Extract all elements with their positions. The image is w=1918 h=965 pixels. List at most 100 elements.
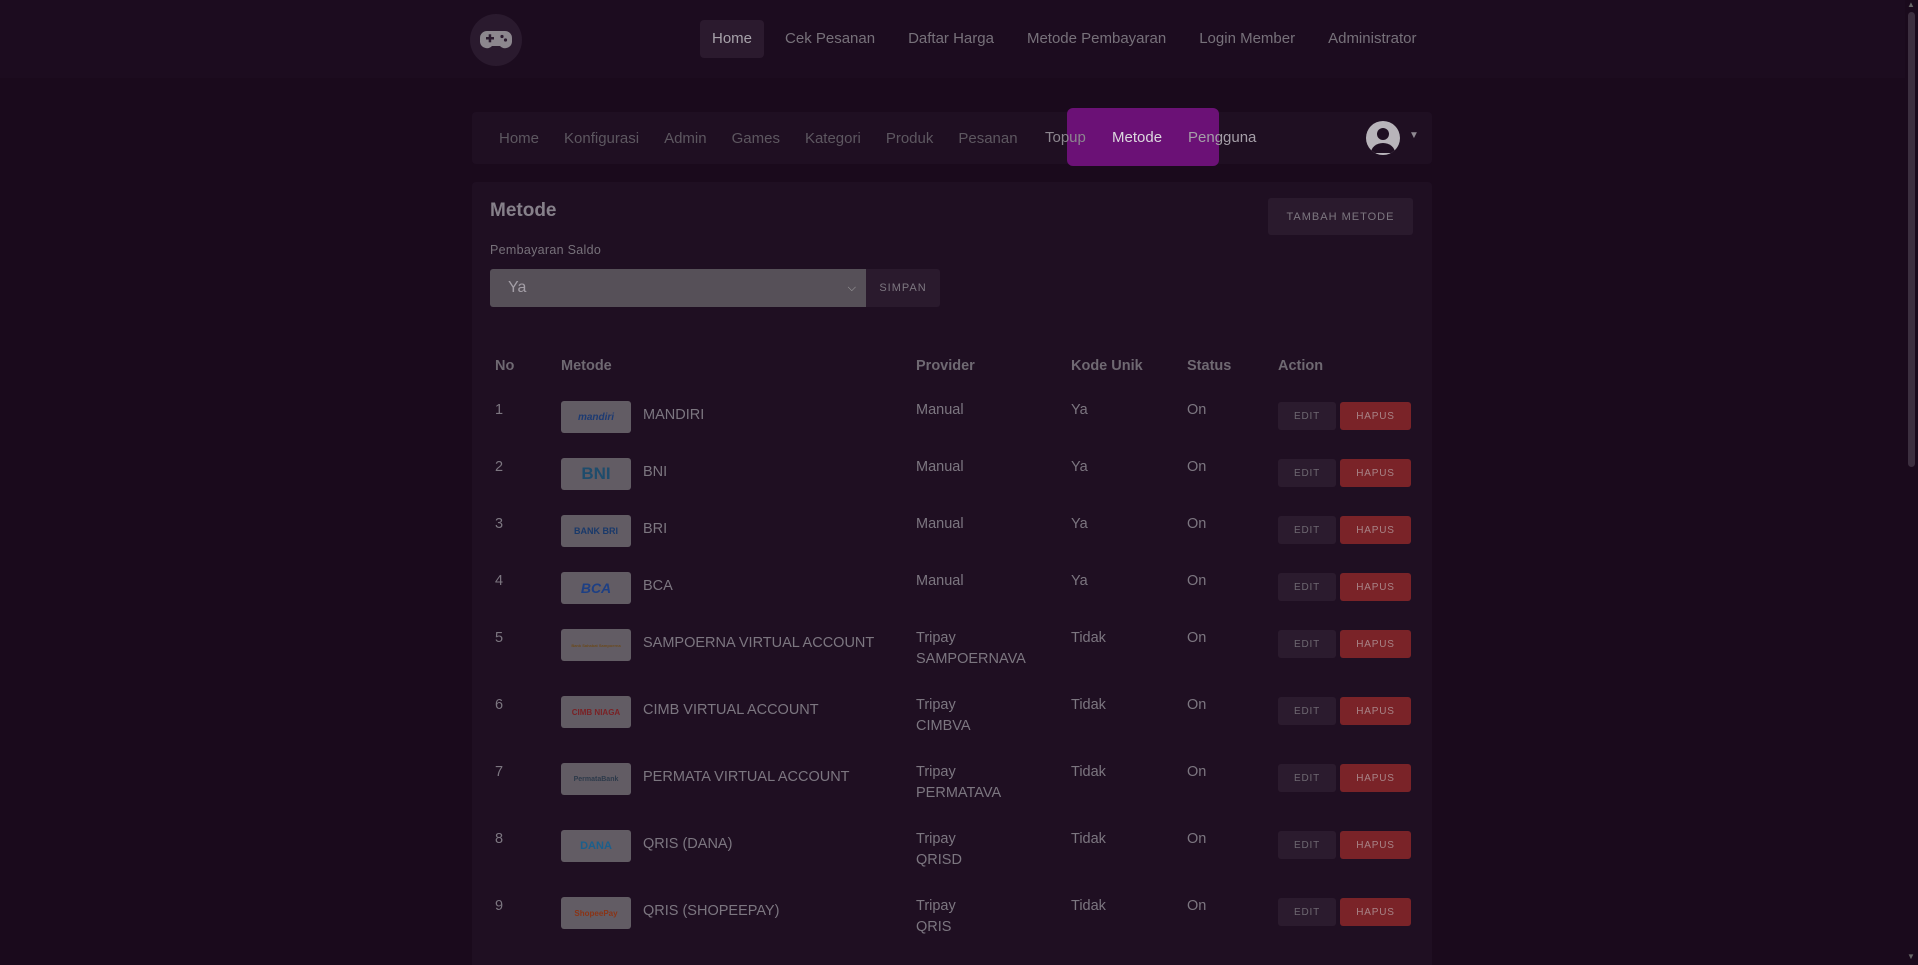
- edit-button[interactable]: EDIT: [1278, 516, 1336, 544]
- kode-unik-cell: Tidak: [1071, 630, 1106, 646]
- kode-unik-cell: Ya: [1071, 573, 1088, 589]
- subnav-pesanan[interactable]: Pesanan: [958, 130, 1017, 147]
- provider-cell: Tripay CIMBVA: [916, 695, 971, 737]
- topnav-login-member[interactable]: Login Member: [1187, 20, 1307, 58]
- topnav-daftar-harga[interactable]: Daftar Harga: [896, 20, 1006, 58]
- bank-logo-text: BANK BRI: [574, 526, 618, 536]
- edit-button[interactable]: EDIT: [1278, 459, 1336, 487]
- provider-cell: Tripay PERMATAVA: [916, 762, 1001, 804]
- edit-button[interactable]: EDIT: [1278, 898, 1336, 926]
- kode-unik-cell: Tidak: [1071, 831, 1106, 847]
- subnav-games[interactable]: Games: [732, 130, 780, 147]
- provider-name: Tripay: [916, 630, 956, 646]
- admin-subnav: Home Konfigurasi Admin Games Kategori Pr…: [472, 112, 1432, 164]
- saldo-select[interactable]: Ya ⌵: [490, 269, 866, 307]
- subnav-pengguna[interactable]: Pengguna: [1188, 129, 1256, 146]
- caret-down-icon[interactable]: ▼: [1409, 130, 1419, 141]
- topnav-cek-pesanan[interactable]: Cek Pesanan: [773, 20, 887, 58]
- col-header-status: Status: [1187, 358, 1232, 374]
- method-name: QRIS (DANA): [643, 836, 733, 852]
- provider-name: Tripay: [916, 898, 956, 914]
- provider-cell: Manual: [916, 571, 964, 592]
- subnav-admin[interactable]: Admin: [664, 130, 707, 147]
- col-header-metode: Metode: [561, 358, 612, 374]
- provider-cell: Manual: [916, 400, 964, 421]
- bank-logo-icon: Bank Sahabat Sampoerna: [561, 629, 631, 661]
- bank-logo-text: PermataBank: [573, 775, 619, 783]
- row-number: 9: [495, 898, 504, 914]
- scroll-down-icon[interactable]: ▼: [1907, 952, 1915, 961]
- bank-logo-icon: BANK BRI: [561, 515, 631, 547]
- scroll-up-icon[interactable]: ▲: [1907, 0, 1915, 9]
- saldo-label: Pembayaran Saldo: [490, 243, 602, 257]
- bank-logo-icon: DANA: [561, 830, 631, 862]
- subnav-topup[interactable]: Topup: [1045, 129, 1086, 146]
- scrollbar[interactable]: ▲ ▼: [1905, 0, 1918, 965]
- status-cell: On: [1187, 764, 1207, 780]
- provider-cell: Manual: [916, 457, 964, 478]
- page-title: Metode: [490, 200, 557, 221]
- bank-logo-icon: PermataBank: [561, 763, 631, 795]
- status-cell: On: [1187, 573, 1207, 589]
- gamepad-logo-icon[interactable]: [470, 14, 522, 66]
- provider-code: QRIS: [916, 919, 952, 935]
- topnav-metode-pembayaran[interactable]: Metode Pembayaran: [1015, 20, 1178, 58]
- delete-button[interactable]: HAPUS: [1340, 459, 1411, 487]
- saldo-select-value: Ya: [508, 279, 527, 296]
- delete-button[interactable]: HAPUS: [1340, 764, 1411, 792]
- status-cell: On: [1187, 402, 1207, 418]
- top-nav: Home Cek Pesanan Daftar Harga Metode Pem…: [700, 20, 1437, 58]
- status-cell: On: [1187, 516, 1207, 532]
- edit-button[interactable]: EDIT: [1278, 402, 1336, 430]
- provider-cell: Tripay SAMPOERNAVA: [916, 628, 1026, 670]
- provider-code: QRISD: [916, 852, 962, 868]
- provider-name: Manual: [916, 402, 964, 418]
- delete-button[interactable]: HAPUS: [1340, 573, 1411, 601]
- method-name: MANDIRI: [643, 407, 705, 423]
- chevron-down-icon: ⌵: [847, 282, 856, 294]
- delete-button[interactable]: HAPUS: [1340, 831, 1411, 859]
- method-name: BRI: [643, 521, 668, 537]
- delete-button[interactable]: HAPUS: [1340, 402, 1411, 430]
- edit-button[interactable]: EDIT: [1278, 630, 1336, 658]
- status-cell: On: [1187, 697, 1207, 713]
- subnav-metode[interactable]: Metode: [1112, 129, 1162, 146]
- bank-logo-text: BCA: [580, 580, 612, 596]
- bank-logo-icon: BNI: [561, 458, 631, 490]
- user-avatar-icon[interactable]: [1366, 121, 1400, 155]
- save-button[interactable]: SIMPAN: [866, 269, 940, 307]
- kode-unik-cell: Ya: [1071, 402, 1088, 418]
- edit-button[interactable]: EDIT: [1278, 697, 1336, 725]
- subnav-produk[interactable]: Produk: [886, 130, 934, 147]
- subnav-konfigurasi[interactable]: Konfigurasi: [564, 130, 639, 147]
- method-name: QRIS (SHOPEEPAY): [643, 903, 780, 919]
- bank-logo-icon: mandiri: [561, 401, 631, 433]
- kode-unik-cell: Tidak: [1071, 697, 1106, 713]
- row-number: 4: [495, 573, 504, 589]
- provider-cell: Manual: [916, 514, 964, 535]
- bank-logo-icon: ShopeePay: [561, 897, 631, 929]
- edit-button[interactable]: EDIT: [1278, 573, 1336, 601]
- status-cell: On: [1187, 630, 1207, 646]
- bank-logo-text: BNI: [581, 464, 611, 483]
- topnav-administrator[interactable]: Administrator: [1316, 20, 1428, 58]
- edit-button[interactable]: EDIT: [1278, 831, 1336, 859]
- bank-logo-icon: CIMB NIAGA: [561, 696, 631, 728]
- delete-button[interactable]: HAPUS: [1340, 697, 1411, 725]
- edit-button[interactable]: EDIT: [1278, 764, 1336, 792]
- delete-button[interactable]: HAPUS: [1340, 898, 1411, 926]
- scroll-thumb[interactable]: [1908, 12, 1915, 467]
- delete-button[interactable]: HAPUS: [1340, 516, 1411, 544]
- row-number: 3: [495, 516, 504, 532]
- status-cell: On: [1187, 459, 1207, 475]
- delete-button[interactable]: HAPUS: [1340, 630, 1411, 658]
- method-name: BNI: [643, 464, 668, 480]
- bank-logo-icon: BCA: [561, 572, 631, 604]
- bank-logo-text: ShopeePay: [574, 908, 618, 918]
- row-number: 2: [495, 459, 504, 475]
- provider-code: PERMATAVA: [916, 785, 1002, 801]
- subnav-kategori[interactable]: Kategori: [805, 130, 861, 147]
- add-method-button[interactable]: TAMBAH METODE: [1268, 198, 1413, 235]
- subnav-home[interactable]: Home: [499, 130, 539, 147]
- topnav-home[interactable]: Home: [700, 20, 765, 58]
